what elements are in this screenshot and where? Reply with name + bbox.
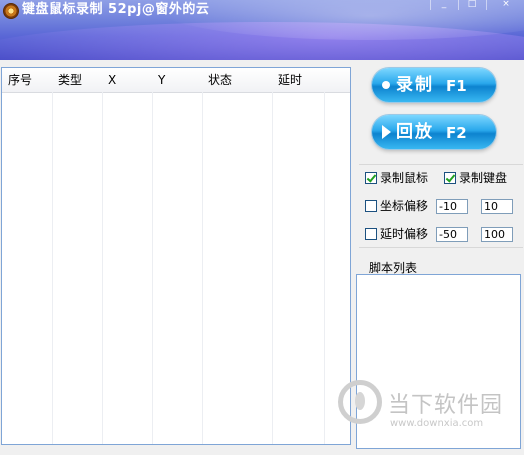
record-hotkey: F1 (446, 77, 467, 95)
column-header-status[interactable]: 状态 (202, 68, 272, 92)
column-divider (324, 92, 325, 444)
coord-offset-checkbox[interactable] (365, 200, 377, 212)
record-keyboard-label[interactable]: 录制键盘 (459, 171, 507, 185)
column-header-type[interactable]: 类型 (52, 68, 102, 92)
table-header: 序号 类型 X Y 状态 延时 (2, 68, 350, 93)
watermark-url: www.downxia.com (390, 418, 484, 429)
play-triangle-icon (382, 125, 391, 139)
column-header-delay[interactable]: 延时 (272, 68, 324, 92)
delay-offset-checkbox[interactable] (365, 228, 377, 240)
column-header-x[interactable]: X (102, 68, 152, 92)
column-divider (202, 92, 203, 444)
column-header-y[interactable]: Y (152, 68, 202, 92)
script-list-label: 脚本列表 (369, 261, 418, 275)
window-title: 键盘鼠标录制 52pj@窗外的云 (22, 2, 210, 17)
app-icon (3, 3, 19, 19)
record-keyboard-checkbox[interactable] (444, 172, 456, 184)
playback-hotkey: F2 (446, 124, 467, 142)
recording-table[interactable]: 序号 类型 X Y 状态 延时 (1, 67, 351, 445)
column-divider (152, 92, 153, 444)
column-header-index[interactable]: 序号 (2, 68, 52, 92)
coord-offset-label[interactable]: 坐标偏移 (380, 199, 428, 213)
coord-offset-max-input[interactable]: 10 (481, 199, 513, 214)
record-button-label: 录制 (396, 75, 434, 95)
watermark-text: 当下软件园 (388, 393, 504, 418)
delay-offset-max-input[interactable]: 100 (481, 227, 513, 242)
watermark-logo-icon (338, 380, 382, 424)
record-mouse-label[interactable]: 录制鼠标 (380, 171, 428, 185)
coord-offset-min-input[interactable]: -10 (436, 199, 468, 214)
record-button[interactable]: 录制 F1 (372, 68, 496, 102)
close-button[interactable]: × (486, 0, 524, 10)
column-divider (102, 92, 103, 444)
minimize-button[interactable]: _ (430, 0, 457, 10)
playback-button-label: 回放 (396, 122, 434, 142)
record-dot-icon (382, 81, 390, 89)
column-divider (52, 92, 53, 444)
maximize-button[interactable]: □ (458, 0, 485, 10)
record-mouse-checkbox[interactable] (365, 172, 377, 184)
column-divider (272, 92, 273, 444)
delay-offset-label[interactable]: 延时偏移 (380, 227, 428, 241)
delay-offset-min-input[interactable]: -50 (436, 227, 468, 242)
title-bar[interactable]: 键盘鼠标录制 52pj@窗外的云 _ □ × (0, 0, 524, 60)
playback-button[interactable]: 回放 F2 (372, 115, 496, 149)
